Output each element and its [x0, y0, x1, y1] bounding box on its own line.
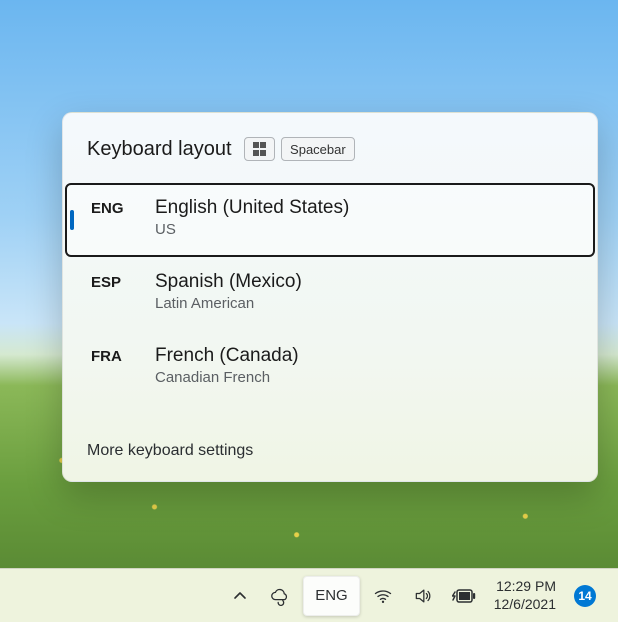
layout-item-esp[interactable]: ESP Spanish (Mexico) Latin American [65, 257, 595, 331]
flyout-header: Keyboard layout Spacebar [63, 131, 597, 179]
shortcut-hint: Spacebar [244, 137, 355, 161]
layout-code: ESP [91, 271, 133, 291]
layout-subname: Canadian French [155, 369, 299, 386]
more-keyboard-settings-link[interactable]: More keyboard settings [87, 442, 253, 460]
keyboard-layout-flyout: Keyboard layout Spacebar ENG English (Un… [62, 112, 598, 482]
taskbar-clock[interactable]: 12:29 PM 12/6/2021 [488, 578, 562, 613]
layout-name: Spanish (Mexico) [155, 271, 302, 293]
taskbar: ENG 12:29 PM 12/6/2021 14 [0, 568, 618, 622]
battery-tray-button[interactable] [446, 576, 482, 616]
chevron-up-icon [233, 589, 247, 603]
layout-code: ENG [91, 197, 133, 217]
more-keyboard-settings[interactable]: More keyboard settings [63, 421, 597, 481]
layout-subname: US [155, 221, 349, 238]
layout-name: English (United States) [155, 197, 349, 219]
layout-list: ENG English (United States) US ESP Spani… [63, 179, 597, 421]
wifi-tray-button[interactable] [366, 576, 400, 616]
spacebar-key: Spacebar [281, 137, 355, 161]
layout-item-eng[interactable]: ENG English (United States) US [65, 183, 595, 257]
taskbar-date: 12/6/2021 [494, 596, 556, 614]
taskbar-time: 12:29 PM [496, 578, 556, 596]
wifi-icon [373, 586, 393, 606]
windows-key-icon [244, 137, 276, 161]
volume-tray-button[interactable] [406, 576, 440, 616]
tray-overflow-button[interactable] [223, 576, 257, 616]
layout-item-fra[interactable]: FRA French (Canada) Canadian French [65, 331, 595, 405]
input-indicator-label: ENG [315, 587, 348, 604]
onedrive-tray-button[interactable] [263, 576, 297, 616]
flyout-title: Keyboard layout [87, 138, 232, 161]
cloud-sync-icon [269, 585, 291, 607]
battery-charging-icon [452, 588, 476, 604]
notification-count-badge: 14 [574, 585, 596, 607]
layout-name: French (Canada) [155, 345, 299, 367]
input-indicator-button[interactable]: ENG [303, 576, 360, 616]
layout-code: FRA [91, 345, 133, 365]
notification-center-button[interactable]: 14 [568, 576, 602, 616]
speaker-icon [413, 586, 433, 606]
layout-subname: Latin American [155, 295, 302, 312]
